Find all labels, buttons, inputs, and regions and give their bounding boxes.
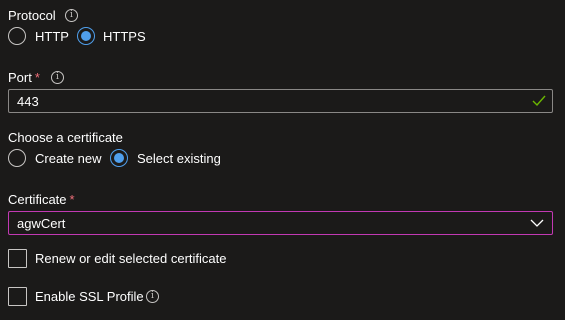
radio-select-existing[interactable] <box>110 149 128 167</box>
required-asterisk: * <box>34 70 40 85</box>
certificate-label: Certificate * <box>8 192 75 207</box>
renew-certificate-label: Renew or edit selected certificate <box>35 251 227 266</box>
info-icon[interactable]: i <box>146 290 159 303</box>
radio-http-label: HTTP <box>35 29 69 44</box>
radio-https[interactable] <box>77 27 95 45</box>
enable-ssl-profile-checkbox[interactable] <box>8 287 27 306</box>
choose-certificate-label: Choose a certificate <box>8 130 123 145</box>
port-label-text: Port <box>8 70 32 85</box>
enable-ssl-profile-label: Enable SSL Profile <box>35 289 144 304</box>
renew-certificate-checkbox[interactable] <box>8 249 27 268</box>
certificate-label-text: Certificate <box>8 192 67 207</box>
protocol-label: Protocol <box>8 8 56 23</box>
info-icon[interactable]: i <box>65 9 78 22</box>
radio-create-new[interactable] <box>8 149 26 167</box>
certificate-dropdown-value: agwCert <box>17 216 66 231</box>
radio-https-label: HTTPS <box>103 29 146 44</box>
protocol-label-text: Protocol <box>8 8 56 23</box>
required-asterisk: * <box>69 192 75 207</box>
checkmark-icon <box>532 95 546 107</box>
port-input[interactable]: 443 <box>8 89 553 113</box>
port-input-value: 443 <box>17 94 39 109</box>
radio-create-new-label: Create new <box>35 151 102 166</box>
certificate-dropdown[interactable]: agwCert <box>8 211 553 235</box>
radio-select-existing-label: Select existing <box>137 151 221 166</box>
port-label: Port * <box>8 70 40 85</box>
radio-http[interactable] <box>8 27 26 45</box>
chevron-down-icon[interactable] <box>530 219 544 228</box>
info-icon[interactable]: i <box>51 71 64 84</box>
